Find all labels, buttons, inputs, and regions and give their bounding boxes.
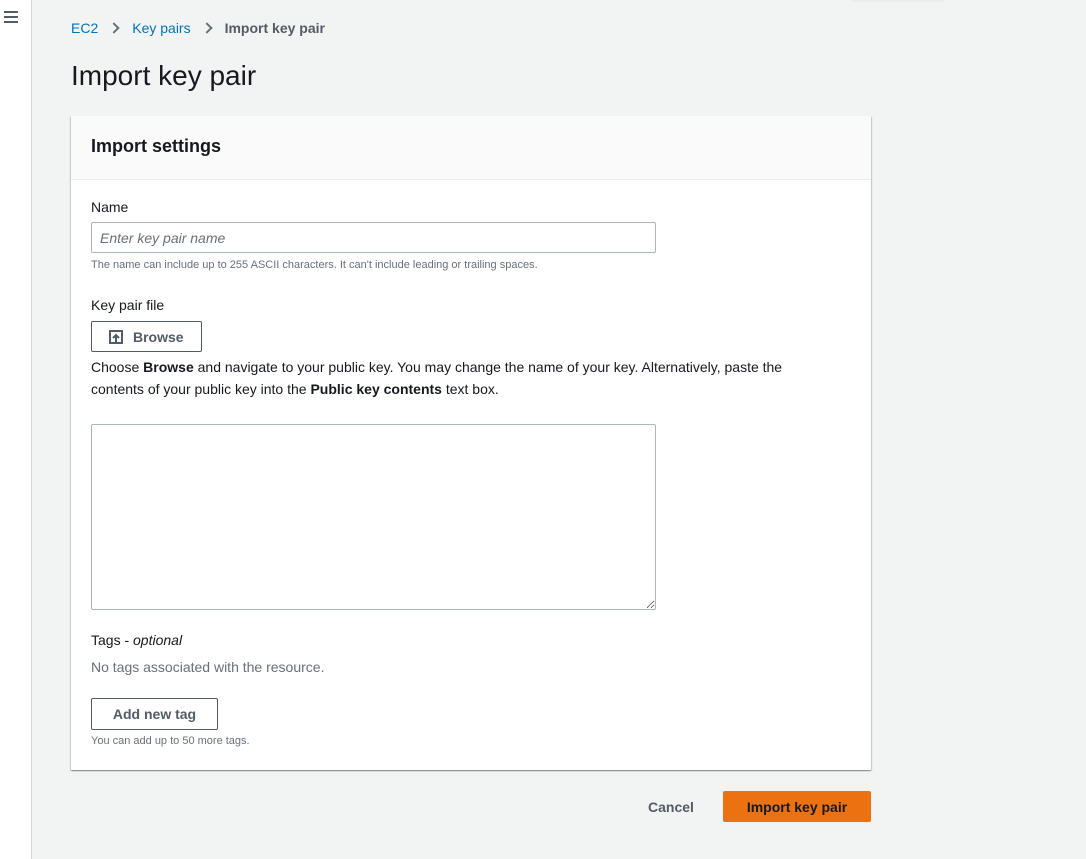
- tags-label: Tags - optional: [91, 632, 183, 648]
- panel-title: Import settings: [91, 136, 222, 156]
- side-navigation-rail: [0, 0, 32, 859]
- panel-header: Import settings: [71, 116, 871, 180]
- browse-label: Browse: [133, 328, 184, 345]
- import-key-pair-button[interactable]: Import key pair: [723, 791, 871, 822]
- upload-icon: [109, 329, 123, 344]
- tags-limit-hint: You can add up to 50 more tags.: [91, 735, 250, 747]
- breadcrumb-current: Import key pair: [224, 20, 325, 36]
- cancel-button[interactable]: Cancel: [636, 791, 706, 822]
- top-edge-divider: [852, 0, 944, 2]
- public-key-contents-textarea[interactable]: [91, 424, 656, 610]
- no-tags-text: No tags associated with the resource.: [91, 659, 325, 675]
- key-pair-file-label: Key pair file: [91, 297, 165, 313]
- hamburger-menu-icon[interactable]: [4, 11, 18, 23]
- breadcrumb-ec2[interactable]: EC2: [71, 20, 98, 36]
- breadcrumb-key-pairs[interactable]: Key pairs: [132, 20, 190, 36]
- page-title: Import key pair: [71, 60, 257, 91]
- name-hint: The name can include up to 255 ASCII cha…: [91, 259, 538, 271]
- breadcrumb: EC2 Key pairs Import key pair: [71, 19, 325, 37]
- add-new-tag-button[interactable]: Add new tag: [91, 698, 218, 730]
- key-pair-name-input[interactable]: [91, 222, 656, 253]
- name-label: Name: [91, 199, 129, 215]
- key-file-description: Choose Browse and navigate to your publi…: [91, 359, 783, 397]
- browse-button[interactable]: Browse: [91, 321, 202, 352]
- import-settings-panel: Import settings Name The name can includ…: [71, 116, 871, 770]
- chevron-right-icon: [200, 22, 213, 34]
- chevron-right-icon: [108, 22, 120, 34]
